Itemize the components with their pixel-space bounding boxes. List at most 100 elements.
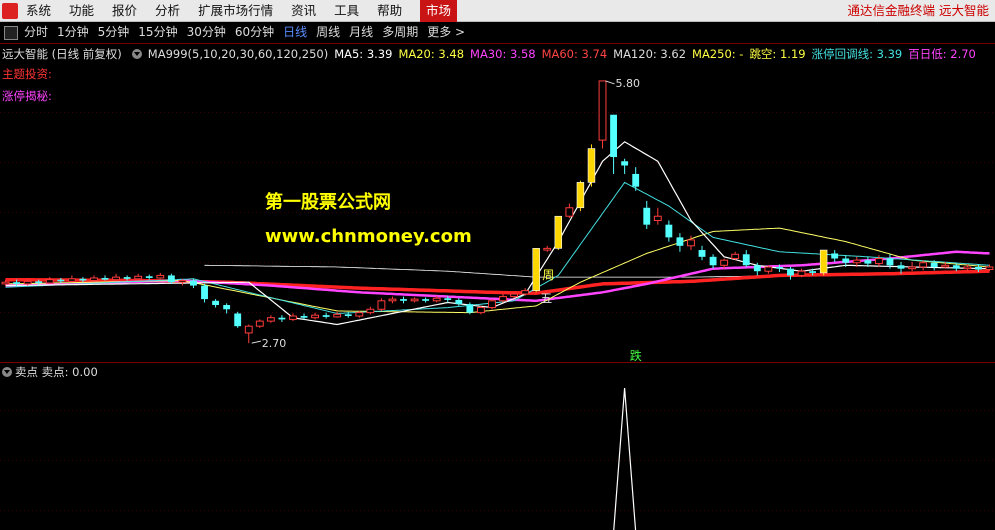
menu-item-7[interactable]: 帮助 (377, 0, 402, 22)
period-tab-7[interactable]: 周线 (316, 22, 340, 43)
indicator-name: MA999(5,10,20,30,60,120,250) (147, 47, 329, 61)
period-tab-1[interactable]: 1分钟 (57, 22, 89, 43)
candle (565, 203, 574, 218)
candle-body (775, 266, 783, 269)
indicator-info-line: 远大智能 (日线 前复权) MA999(5,10,20,30,60,120,250… (2, 46, 982, 62)
toolbar-toggle-icon[interactable] (4, 26, 18, 40)
period-tab-6[interactable]: 日线 (283, 22, 307, 43)
candle-body (167, 275, 175, 283)
candle-body (355, 312, 364, 317)
menu-item-3[interactable]: 分析 (155, 0, 180, 22)
candle-body (864, 260, 872, 264)
candle-body (985, 266, 994, 271)
candle-body (632, 173, 640, 187)
candle-body (974, 266, 982, 270)
candle (698, 245, 706, 261)
candle-body (79, 278, 87, 281)
candle-body (90, 277, 98, 282)
ma5-value: MA5: 3.39 (334, 47, 393, 61)
candlestick-chart[interactable]: 5.80 2.70 周五跌 第一股票公式网 www.chnmoney.com (0, 62, 995, 362)
candle-body (532, 248, 540, 291)
candle (90, 275, 98, 282)
candle (598, 80, 607, 149)
period-tab-10[interactable]: 更多 > (427, 22, 465, 43)
candle-body (300, 316, 308, 318)
candle-body (753, 265, 761, 272)
candle (764, 265, 773, 274)
candle (422, 297, 430, 303)
candle (554, 215, 563, 251)
candle-body (455, 299, 463, 305)
candle-body (1, 281, 10, 285)
candle-body (178, 280, 187, 283)
period-tab-2[interactable]: 5分钟 (98, 22, 130, 43)
fall-marker: 跌 (630, 348, 642, 362)
menu-item-1[interactable]: 功能 (69, 0, 94, 22)
app-logo-icon[interactable] (2, 3, 18, 19)
menu-item-0[interactable]: 系统 (26, 0, 51, 22)
candle (289, 313, 297, 322)
period-tab-5[interactable]: 60分钟 (235, 22, 274, 43)
candle (499, 294, 507, 303)
candle (156, 272, 165, 279)
sell-point-chart[interactable] (0, 362, 995, 530)
candle (676, 233, 684, 252)
period-tab-8[interactable]: 月线 (349, 22, 373, 43)
candle-body (886, 258, 894, 266)
candle-body (223, 305, 231, 310)
limit-pullback-value: 涨停回调线: 3.39 (811, 47, 903, 61)
candle (201, 283, 208, 303)
candle (709, 254, 717, 269)
candle-body (831, 253, 839, 259)
candle-body (819, 249, 828, 274)
candle (244, 324, 253, 344)
period-tab-3[interactable]: 15分钟 (138, 22, 177, 43)
candle (610, 114, 618, 174)
period-tab-9[interactable]: 多周期 (382, 22, 418, 43)
menu-item-2[interactable]: 报价 (112, 0, 137, 22)
candle (665, 220, 673, 242)
candle (223, 303, 231, 314)
candle-body (521, 290, 530, 295)
candle-body (787, 268, 794, 276)
candle-body (476, 307, 485, 314)
candle-body (720, 259, 729, 266)
candle-body (488, 300, 496, 309)
candle (742, 250, 750, 267)
candle-body (576, 182, 585, 209)
candle-body (377, 300, 386, 310)
high-price-label: 5.80 (616, 77, 641, 90)
candle (653, 207, 662, 225)
ma20-value: MA20: 3.48 (398, 47, 465, 61)
candle-body (908, 266, 917, 270)
ma60-value: MA60: 3.74 (541, 47, 608, 61)
candle-body (101, 277, 109, 280)
candle-body (687, 239, 695, 247)
candle-body (244, 325, 253, 334)
candle (476, 305, 485, 315)
candle-body (842, 258, 850, 263)
watermark-title: 第一股票公式网 (265, 191, 391, 213)
menu-item-5[interactable]: 资讯 (291, 0, 316, 22)
candle (455, 298, 463, 306)
market-tab[interactable]: 市场 (420, 0, 458, 22)
candle-body (676, 237, 684, 246)
candle-body (764, 266, 773, 272)
period-tab-0[interactable]: 分时 (24, 22, 48, 43)
candle-body (919, 262, 928, 268)
candle-body (190, 280, 197, 286)
candle-body (952, 265, 960, 269)
candle-body (941, 264, 950, 268)
candle (366, 306, 375, 315)
indicator-dropdown-icon[interactable] (131, 49, 142, 59)
menu-item-6[interactable]: 工具 (334, 0, 359, 22)
period-tab-4[interactable]: 30分钟 (187, 22, 226, 43)
candle-body (444, 298, 452, 300)
candle-body (322, 315, 330, 317)
menu-item-4[interactable]: 扩展市场行情 (198, 0, 273, 22)
candle-body (665, 224, 673, 238)
candle (532, 248, 540, 293)
candle (322, 312, 330, 319)
candle (787, 266, 794, 280)
candle (45, 277, 54, 284)
